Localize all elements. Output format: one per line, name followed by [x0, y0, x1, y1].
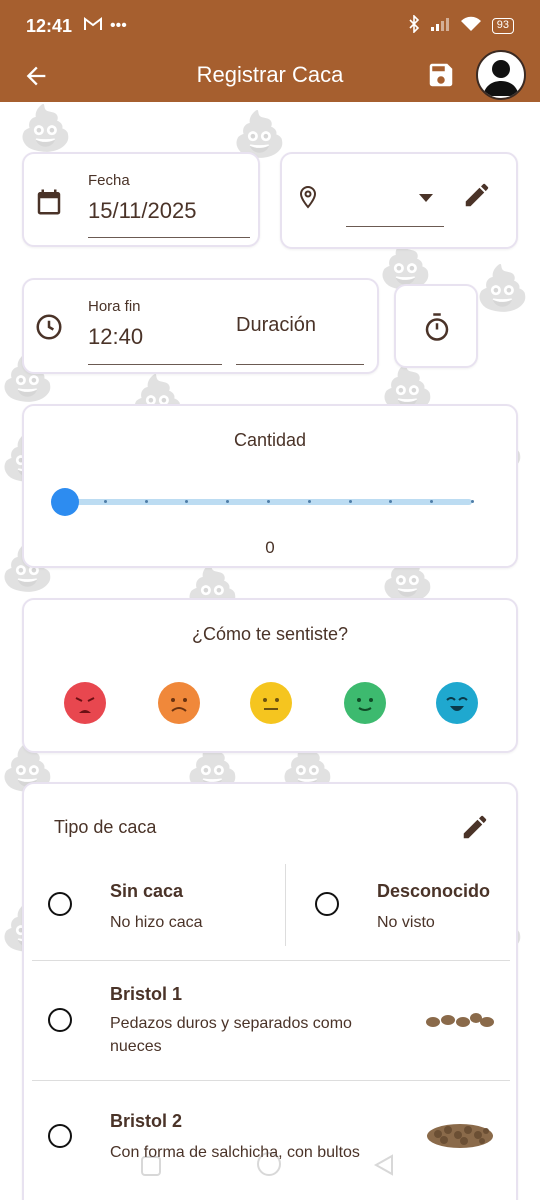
edit-pencil-icon[interactable] [462, 180, 492, 215]
end-time-value[interactable]: 12:40 [88, 324, 143, 350]
battery-indicator: 93 [491, 18, 514, 34]
option-title: Bristol 1 [110, 984, 183, 1004]
wifi-icon [460, 16, 482, 37]
slider-tick [267, 500, 270, 503]
status-time: 12:41 [26, 15, 73, 36]
neutral-face-icon[interactable] [250, 682, 292, 724]
option-title: Desconocido [377, 881, 491, 901]
signal-icon [430, 16, 450, 37]
nav-recent-button[interactable] [140, 1155, 162, 1182]
timer-icon [422, 312, 452, 347]
angry-face-icon[interactable] [64, 682, 106, 724]
poop-icon: 💩 [18, 104, 73, 153]
radio-bristol-2[interactable] [48, 1124, 72, 1148]
calendar-icon [34, 186, 64, 223]
end-time-label: Hora fin [88, 298, 141, 315]
chevron-down-icon[interactable] [418, 190, 434, 208]
nav-back-button[interactable] [372, 1153, 396, 1182]
slider-tick [471, 500, 474, 503]
sad-face-icon[interactable] [158, 682, 200, 724]
option-title: Bristol 2 [110, 1111, 183, 1131]
clock-icon [34, 312, 64, 347]
quantity-card: Cantidad 0 [22, 404, 518, 568]
bristol-2-icon [424, 1118, 498, 1155]
smile-face-icon[interactable] [344, 682, 386, 724]
date-label: Fecha [88, 172, 130, 189]
bluetooth-icon [408, 13, 420, 38]
quantity-title: Cantidad [233, 430, 307, 450]
date-card[interactable]: Fecha 15/11/2025 [22, 152, 260, 247]
nav-home-button[interactable] [256, 1151, 282, 1182]
bristol-1-icon [424, 1010, 496, 1035]
location-card [280, 152, 518, 249]
status-bar: 12:41 ••• 93 [0, 0, 540, 52]
time-card: Hora fin 12:40 Duración [22, 278, 379, 374]
mood-card: ¿Cómo te sentiste? [22, 598, 518, 753]
radio-sin-caca[interactable] [48, 892, 72, 916]
option-desc: No hizo caca [110, 914, 203, 931]
slider-tick [307, 500, 311, 503]
slider-tick [103, 500, 107, 503]
mood-title: ¿Cómo te sentiste? [191, 624, 349, 644]
page-title: Registrar Caca [196, 62, 344, 87]
option-desc: Pedazos duros y separados como nueces [110, 1015, 352, 1055]
poop-icon: 💩 [475, 264, 530, 313]
more-icon: ••• [110, 17, 127, 34]
quantity-value: 0 [265, 538, 275, 557]
gmail-icon [84, 16, 103, 36]
radio-bristol-1[interactable] [48, 1008, 72, 1032]
happy-face-icon[interactable] [436, 682, 478, 724]
avatar[interactable] [476, 50, 526, 100]
quantity-slider-thumb[interactable] [51, 488, 79, 516]
radio-desconocido[interactable] [315, 892, 339, 916]
slider-tick [348, 500, 352, 503]
edit-pencil-icon[interactable] [460, 812, 490, 847]
save-icon[interactable] [426, 60, 456, 90]
option-desc: No visto [377, 914, 435, 931]
option-title: Sin caca [110, 881, 184, 901]
type-card: Tipo de caca Sin caca No hizo caca Desco… [22, 782, 518, 1200]
stopwatch-button[interactable] [394, 284, 478, 368]
date-value: 15/11/2025 [88, 198, 197, 223]
slider-tick [144, 500, 148, 503]
duration-field[interactable]: Duración [236, 314, 316, 337]
location-pin-icon [296, 182, 320, 217]
type-title: Tipo de caca [54, 817, 157, 837]
app-bar: Registrar Caca [0, 50, 540, 102]
